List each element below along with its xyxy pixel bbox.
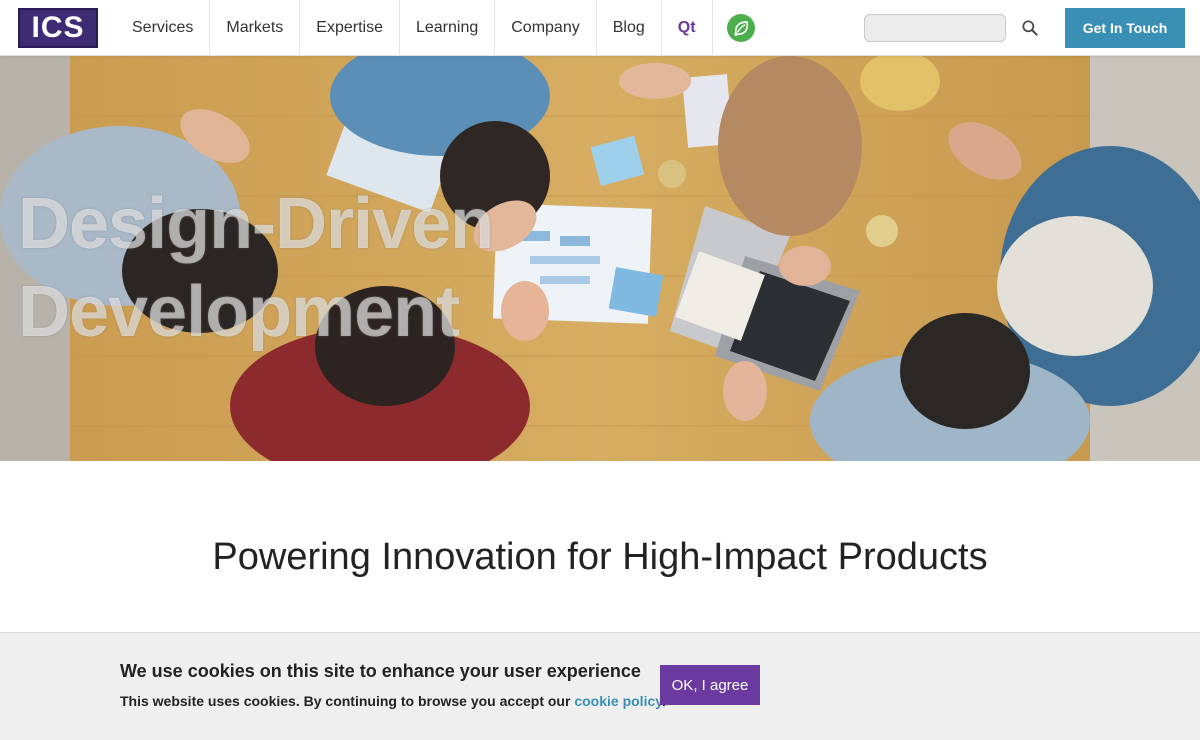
main-menu: Services Markets Expertise Learning Comp… xyxy=(116,0,769,56)
search-input[interactable] xyxy=(864,14,1006,42)
cookie-agree-button[interactable]: OK, I agree xyxy=(660,665,760,705)
hero-title-line2: Development xyxy=(18,272,460,352)
menu-item-services[interactable]: Services xyxy=(116,0,211,56)
menu-item-markets[interactable]: Markets xyxy=(210,0,301,56)
search-icon[interactable] xyxy=(1018,16,1042,40)
page-heading: Powering Innovation for High-Impact Prod… xyxy=(212,536,988,578)
ics-logo[interactable]: ICS xyxy=(18,8,98,48)
hero-title-line1: Design-Driven xyxy=(18,184,494,264)
leaf-icon xyxy=(726,14,755,42)
cookie-banner: We use cookies on this site to enhance y… xyxy=(0,632,1200,740)
cookie-text: This website uses cookies. By continuing… xyxy=(120,693,666,709)
menu-item-company[interactable]: Company xyxy=(495,0,597,56)
logo-text: ICS xyxy=(31,11,85,44)
top-navigation: ICS Services Markets Expertise Learning … xyxy=(0,0,1200,56)
menu-item-learning[interactable]: Learning xyxy=(400,0,496,56)
menu-item-leaf[interactable] xyxy=(713,0,769,56)
hero-title: Design-Driven Development xyxy=(18,180,494,356)
cookie-policy-link[interactable]: cookie policy xyxy=(574,693,662,709)
hero-banner: Design-Driven Development xyxy=(0,56,1200,461)
menu-item-blog[interactable]: Blog xyxy=(597,0,662,56)
menu-item-expertise[interactable]: Expertise xyxy=(300,0,400,56)
get-in-touch-button[interactable]: Get In Touch xyxy=(1065,8,1185,48)
menu-item-qt[interactable]: Qt xyxy=(662,0,713,56)
cookie-heading: We use cookies on this site to enhance y… xyxy=(120,661,641,681)
cookie-text-main: This website uses cookies. By continuing… xyxy=(120,693,575,709)
